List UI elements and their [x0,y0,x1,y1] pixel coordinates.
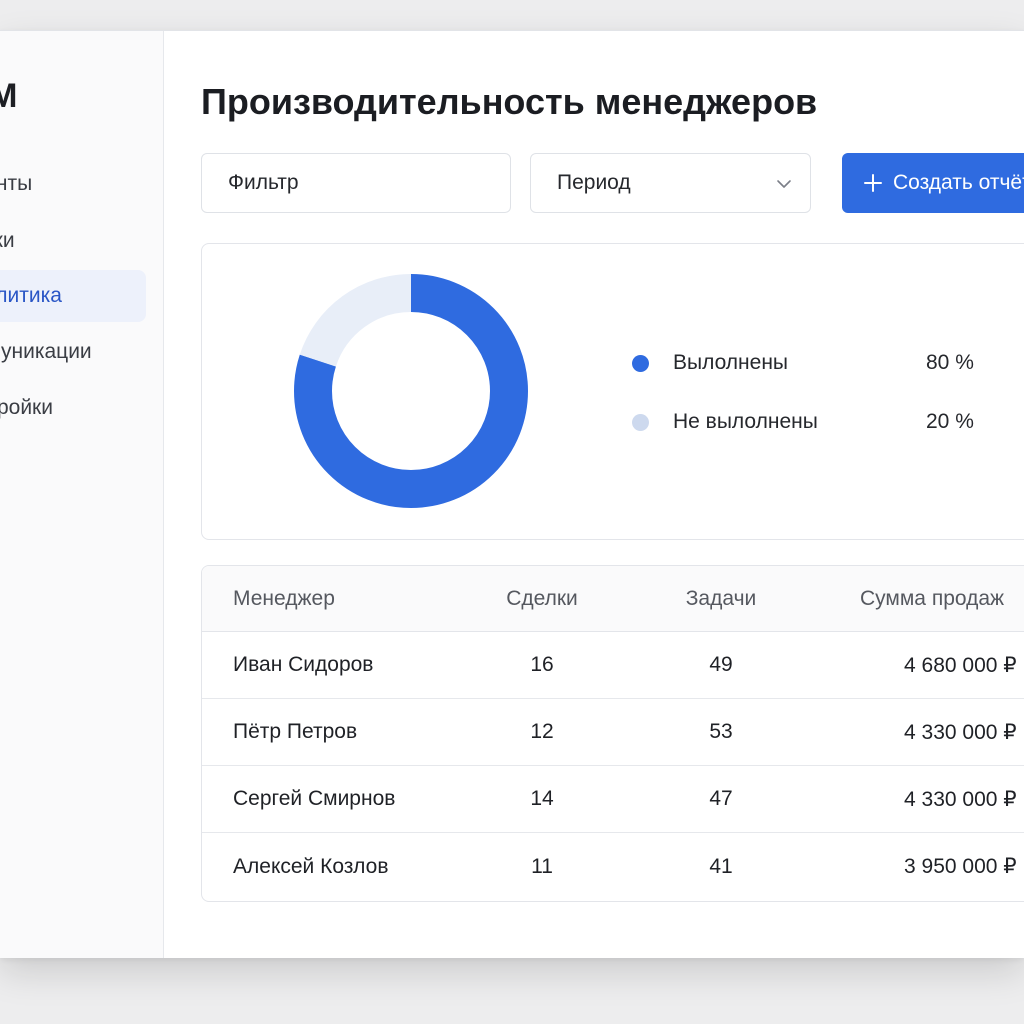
legend-value-done: 80 % [926,351,974,374]
table-row[interactable]: Алексей Козлов 11 41 3 950 000 ₽ [202,833,1024,900]
sidebar-item-analytics[interactable]: Аналитика [0,270,146,322]
filter-input[interactable] [201,153,511,213]
cell-sales-sum: 4 680 000 ₽ [904,653,1017,677]
cell-manager: Иван Сидоров [233,653,374,676]
sidebar: CRM Клиенты Сделки Аналитика Коммуникаци… [0,31,164,958]
period-select-label: Период [557,171,631,194]
legend-label-done: Вылолнены [673,351,789,374]
column-header-sales-sum[interactable]: Сумма продаж [860,566,1004,631]
sidebar-item-deals[interactable]: Сделки [0,215,146,267]
legend-dot-not-done [632,413,649,431]
cell-tasks: 49 [709,653,733,676]
table-row[interactable]: Иван Сидоров 16 49 4 680 000 ₽ [202,632,1024,699]
create-report-button[interactable]: Создать отчёт [842,153,1024,213]
cell-deals: 16 [530,653,554,676]
app-window: CRM Клиенты Сделки Аналитика Коммуникаци… [0,30,1024,958]
completion-chart-card: Вылолнены 80 % Не вылолнены 20 % [201,243,1024,540]
legend-item-not-done: Не вылолнены 20 % [632,407,1024,437]
cell-manager: Алексей Козлов [233,854,389,878]
cell-sales-sum: 4 330 000 ₽ [904,720,1017,744]
main-content: Производительность менеджеров Период Соз… [164,31,1024,958]
app-logo: CRM [0,77,17,116]
cell-tasks: 53 [709,720,733,743]
column-header-tasks[interactable]: Задачи [667,566,775,631]
period-select[interactable]: Период [530,153,811,213]
sidebar-item-label: Настройки [0,396,53,419]
legend-value-not-done: 20 % [926,410,974,433]
chevron-down-icon [777,180,791,188]
cell-deals: 11 [531,854,553,878]
page-title: Производительность менеджеров [201,81,818,122]
plus-icon [864,174,882,192]
cell-manager: Сергей Смирнов [233,787,396,810]
sidebar-item-communications[interactable]: Коммуникации [0,326,146,378]
sidebar-item-label: Клиенты [0,172,33,195]
cell-deals: 12 [530,720,554,743]
cell-manager: Пётр Петров [233,720,358,743]
table-row[interactable]: Пётр Петров 12 53 4 330 000 ₽ [202,699,1024,766]
create-report-label: Создать отчёт [893,171,1024,194]
cell-sales-sum: 3 950 000 ₽ [904,855,1017,878]
column-header-manager[interactable]: Менеджер [233,566,335,631]
completion-donut-chart [294,274,528,508]
cell-deals: 14 [530,787,554,810]
legend-item-done: Вылолнены 80 % [632,348,1024,378]
cell-tasks: 41 [709,854,733,878]
sidebar-item-clients[interactable]: Клиенты [0,158,146,210]
legend-dot-done [632,354,649,372]
column-header-deals[interactable]: Сделки [488,566,596,631]
legend-label-not-done: Не вылолнены [673,410,818,433]
table-header: Менеджер Сделки Задачи Сумма продаж [202,566,1024,632]
sidebar-item-settings[interactable]: Настройки [0,382,146,434]
sidebar-item-label: Сделки [0,229,15,252]
cell-tasks: 47 [709,787,733,810]
managers-table: Менеджер Сделки Задачи Сумма продаж Иван… [201,565,1024,902]
sidebar-item-label: Аналитика [0,284,62,307]
table-row[interactable]: Сергей Смирнов 14 47 4 330 000 ₽ [202,766,1024,833]
cell-sales-sum: 4 330 000 ₽ [904,787,1017,811]
sidebar-item-label: Коммуникации [0,340,92,363]
